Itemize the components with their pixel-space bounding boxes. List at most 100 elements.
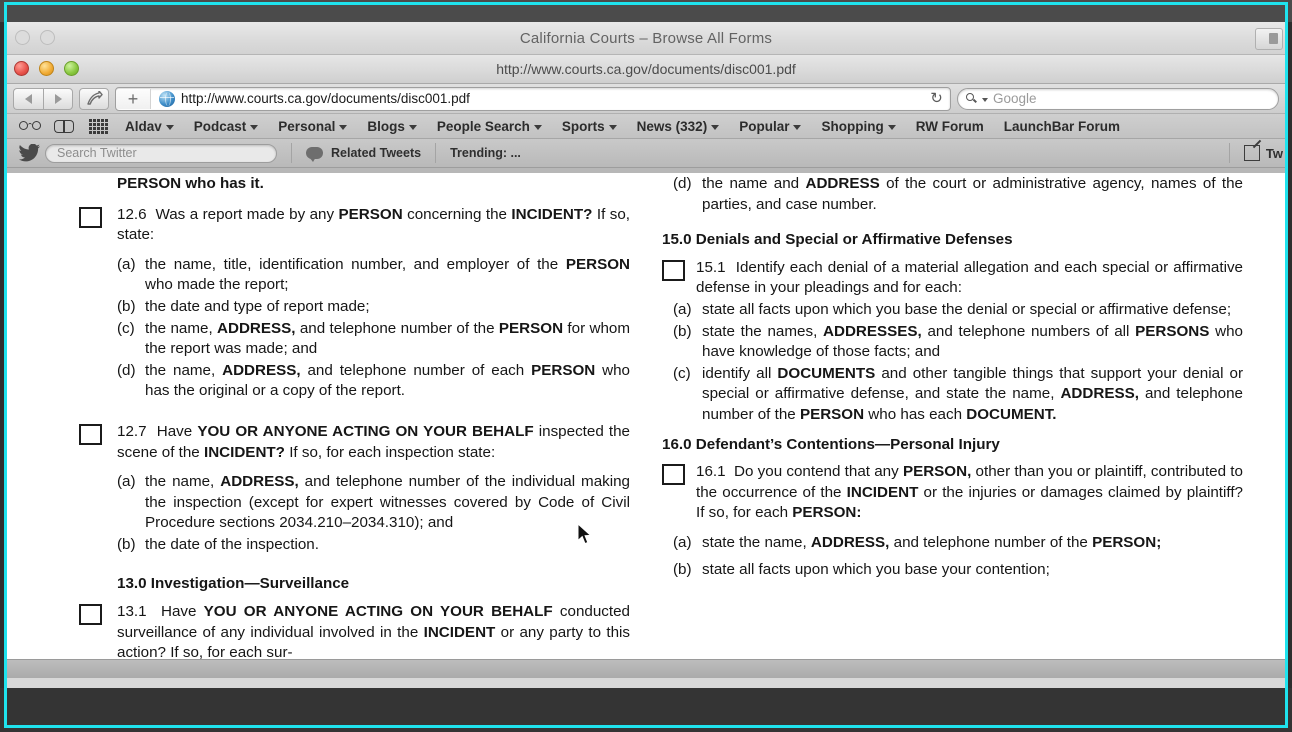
bookmark-label: Personal (278, 118, 336, 134)
address-bar[interactable]: + http://www.courts.ca.gov/documents/dis… (115, 86, 951, 111)
background-window-titlebar: California Courts – Browse All Forms (7, 22, 1285, 55)
trending-button[interactable]: Trending: ... (450, 146, 521, 160)
checkbox-15-1[interactable] (662, 259, 685, 281)
subitem-text: the name and (702, 175, 806, 192)
chevron-down-icon (887, 124, 896, 130)
emphasis-person: PERSON: (792, 504, 862, 522)
bookmark-popular[interactable]: Popular (729, 119, 811, 134)
back-button[interactable] (13, 87, 43, 110)
subitem-15-1-b: (b) state the names, ADDRESSES, and tele… (662, 322, 1243, 363)
subitem-text: the name, title, identification number, … (145, 255, 530, 273)
checkbox-12-6[interactable] (79, 206, 102, 228)
address-input[interactable]: http://www.courts.ca.gov/documents/disc0… (181, 91, 950, 106)
bookmark-sports[interactable]: Sports (552, 119, 627, 134)
chevron-down-icon (339, 124, 348, 130)
top-sites-grid-icon (88, 118, 108, 134)
question-12-6: 12.6 Was a report made by any PERSON con… (79, 205, 630, 246)
new-tab-button[interactable]: + (116, 88, 151, 109)
bookmark-shopping[interactable]: Shopping (811, 119, 905, 134)
bookmark-label: News (332) (636, 118, 708, 134)
pdf-viewer-content[interactable]: PERSON who has it. 12.6 Was a report mad… (7, 168, 1285, 678)
search-icon (966, 93, 977, 104)
emphasis-incident: INCIDENT? (511, 205, 593, 223)
emphasis-address: ADDRESS, (810, 533, 890, 551)
titlebar-right-button[interactable] (1255, 28, 1283, 50)
twitter-bird-icon[interactable] (15, 144, 45, 162)
bookmarks-bar: Aldav Podcast Personal Blogs People Sear… (7, 114, 1285, 139)
subitem-15-1-c: (c) identify all DOCUMENTS and other tan… (662, 364, 1243, 426)
subitem-text: the (537, 255, 566, 273)
subitem-text: the date of the inspection. (145, 535, 319, 553)
background-window-controls[interactable] (15, 30, 55, 45)
orphan-line: PERSON who has it. (79, 174, 630, 195)
bookmark-blogs[interactable]: Blogs (357, 119, 427, 134)
zoom-button[interactable] (64, 61, 79, 76)
bookmark-podcast[interactable]: Podcast (184, 119, 269, 134)
top-sites-button[interactable] (81, 115, 115, 137)
compose-tweet-icon[interactable] (1243, 145, 1260, 161)
share-button[interactable] (79, 87, 109, 110)
chevron-down-icon[interactable] (982, 97, 988, 102)
reader-glasses-button[interactable] (13, 115, 47, 137)
question-number: 12.6 (117, 205, 147, 223)
bookmark-aldav[interactable]: Aldav (115, 119, 184, 134)
reload-button[interactable]: ↻ (928, 90, 945, 107)
subitem-label: (d) (117, 361, 136, 379)
chevron-down-icon (408, 124, 417, 130)
subitem-text: state all facts upon which you base your… (702, 560, 1050, 578)
search-input[interactable]: Google (993, 91, 1037, 106)
forward-button[interactable] (43, 87, 73, 110)
question-16-1: 16.1 Do you contend that any PERSON, oth… (662, 462, 1243, 524)
bookmark-news[interactable]: News (332) (627, 119, 730, 134)
checkbox-12-7[interactable] (79, 423, 102, 445)
back-arrow-icon (25, 93, 32, 104)
subitem-text: the date and type of report made; (145, 297, 370, 315)
emphasis-person: PERSON (565, 255, 630, 273)
close-button[interactable] (14, 61, 29, 76)
subitem-text: state the names, (702, 322, 824, 340)
subitem-12-7-b: (b) the date of the inspection. (79, 535, 630, 556)
emphasis-incident: INCIDENT (423, 623, 496, 641)
subitem-12-7-a: (a) the name, ADDRESS, and telephone num… (79, 472, 630, 534)
window-traffic-lights[interactable] (14, 61, 79, 76)
subitem-16-1-b: (b) state all facts upon which you base … (662, 560, 1243, 581)
question-text: Was a report made by any (155, 205, 339, 223)
divider (1228, 143, 1230, 163)
browser-window: California Courts – Browse All Forms htt… (7, 22, 1285, 688)
background-minimize-dot[interactable] (40, 30, 55, 45)
divider (435, 143, 437, 163)
section-heading-13: 13.0 Investigation—Surveillance (117, 574, 350, 592)
bookmark-people-search[interactable]: People Search (427, 119, 552, 134)
subitem-text: who made the report; (145, 276, 289, 294)
related-tweets-button[interactable]: Related Tweets (306, 146, 422, 162)
reader-glasses-icon (19, 121, 41, 131)
bookmark-launchbar-forum[interactable]: LaunchBar Forum (994, 119, 1130, 134)
bookmark-personal[interactable]: Personal (268, 119, 357, 134)
question-number: 16.1 (696, 463, 726, 481)
twitter-compose-group[interactable]: Tw (1215, 143, 1285, 163)
emphasis-person: PERSON (338, 205, 403, 223)
section-heading-16: 16.0 Defendant’s Contentions—Personal In… (662, 435, 1000, 453)
bookmark-rw-forum[interactable]: RW Forum (906, 119, 994, 134)
checkbox-16-1[interactable] (662, 464, 685, 486)
checkbox-13-1[interactable] (79, 604, 102, 626)
question-number: 13.1 (117, 603, 147, 621)
background-close-dot[interactable] (15, 30, 30, 45)
emphasis-you-or-anyone: YOU OR ANYONE ACTING ON YOUR BEHALF (203, 603, 553, 621)
window-bottom-bar (7, 659, 1285, 678)
subitem-label: (c) (117, 319, 135, 337)
question-12-7: 12.7 Have YOU OR ANYONE ACTING ON YOUR B… (79, 422, 630, 463)
related-tweets-label: Related Tweets (331, 146, 422, 160)
subitem-14-1-d: (d) the name and ADDRESS of the court or… (662, 174, 1243, 215)
minimize-button[interactable] (39, 61, 54, 76)
screen-capture: California Courts – Browse All Forms htt… (0, 0, 1292, 732)
emphasis-incident: INCIDENT? (203, 443, 285, 461)
bookmarks-button[interactable] (47, 115, 81, 137)
twitter-search-input[interactable]: Search Twitter (45, 143, 277, 163)
pdf-right-column: (d) the name and ADDRESS of the court or… (652, 168, 1285, 678)
search-field[interactable]: Google (957, 87, 1279, 110)
subitem-label: (c) (673, 364, 691, 382)
navigation-button-group (13, 87, 73, 110)
emphasis-persons: PERSONS (1135, 322, 1210, 340)
emphasis-address: ADDRESS (805, 175, 880, 192)
